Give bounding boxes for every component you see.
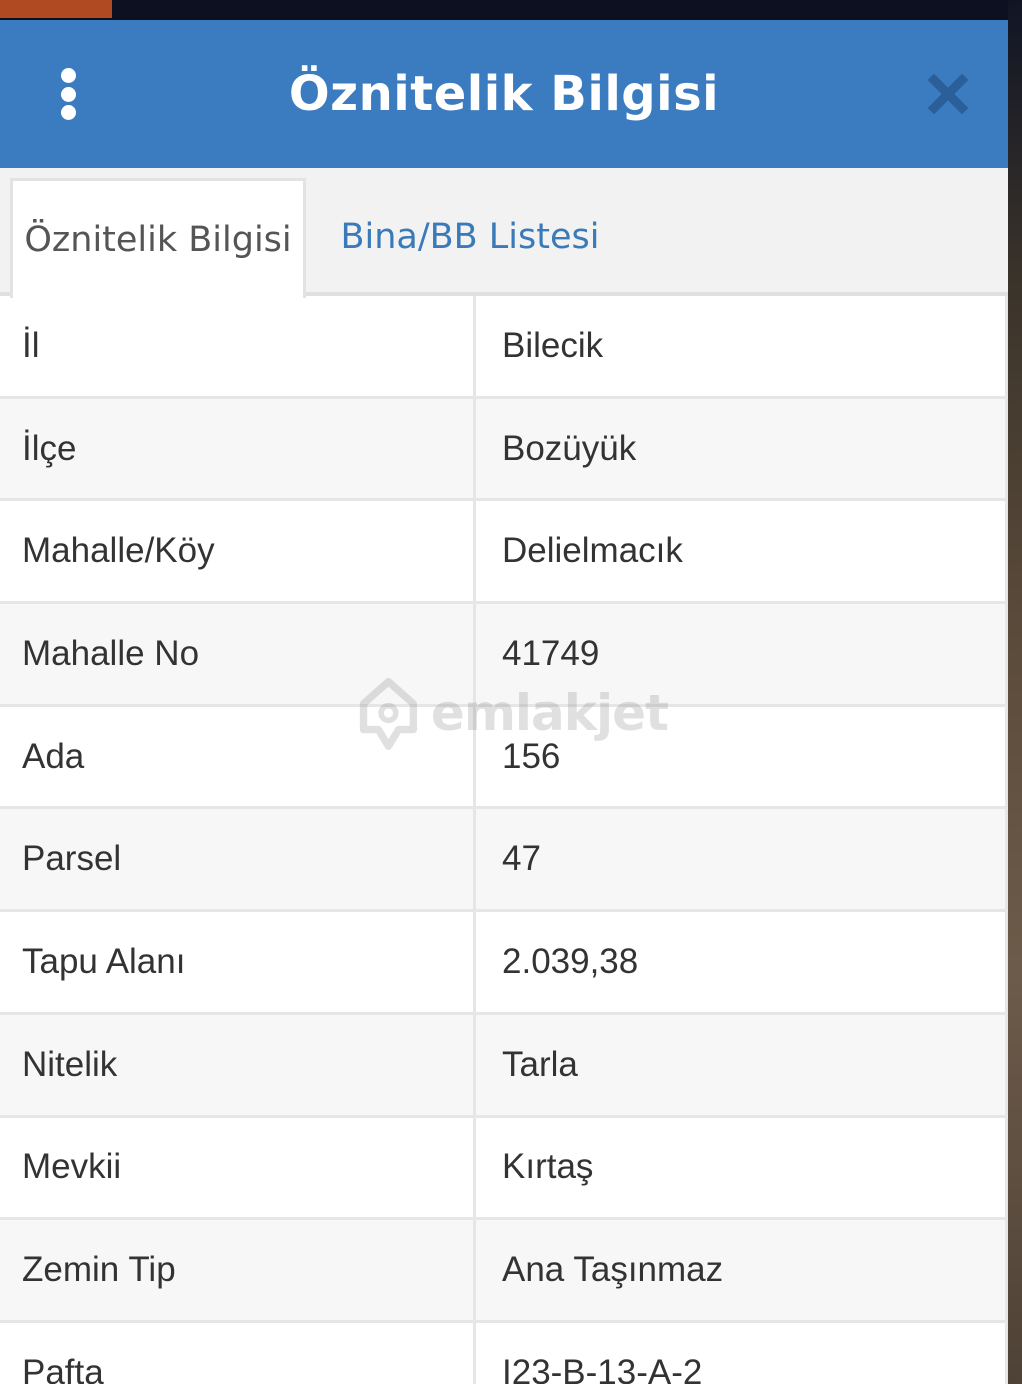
attribute-table: İl Bilecik İlçe Bozüyük Mahalle/Köy Deli… [0,296,1008,1384]
attribute-value: I23-B-13-A-2 [476,1322,1008,1384]
attribute-value: Kırtaş [476,1117,1008,1218]
table-row: Mevkii Kırtaş [0,1117,1008,1221]
table-row: Nitelik Tarla [0,1014,1008,1118]
tab-bar: Öznitelik Bilgisi Bina/BB Listesi [0,168,1008,298]
dialog-header: Öznitelik Bilgisi [0,20,1008,168]
attribute-value: 2.039,38 [476,912,1008,1012]
attribute-label: Zemin Tip [0,1220,476,1320]
attribute-label: Nitelik [0,1014,476,1115]
attribute-value: Bilecik [476,296,1008,396]
attribute-label: Pafta [0,1322,476,1384]
menu-dot [60,105,76,120]
table-row: Pafta I23-B-13-A-2 [0,1322,1008,1384]
attribute-label: İlçe [0,398,476,499]
table-row: İlçe Bozüyük [0,398,1008,502]
table-row: Parsel 47 [0,809,1008,913]
attribute-value: 156 [476,706,1008,807]
table-row: Tapu Alanı 2.039,38 [0,912,1008,1015]
table-row: İl Bilecik [0,296,1008,399]
attribute-label: Ada [0,706,476,807]
attribute-value: Tarla [476,1014,1008,1115]
table-row: Ada 156 [0,706,1008,810]
attribute-value: 41749 [476,604,1008,704]
attribute-label: Mahalle No [0,604,476,704]
close-icon[interactable] [926,72,970,116]
dialog-title: Öznitelik Bilgisi [288,66,720,122]
attribute-label: Parsel [0,809,476,910]
attribute-value: Ana Taşınmaz [476,1220,1008,1320]
background-top [0,0,1022,20]
table-row: Mahalle/Köy Delielmacık [0,501,1008,605]
menu-dot [60,68,76,83]
table-row: Mahalle No 41749 [0,604,1008,707]
attribute-label: Tapu Alanı [0,912,476,1012]
attribute-value: Delielmacık [476,501,1008,602]
background-map-edge [1008,0,1022,1384]
kebab-menu-icon[interactable] [56,68,80,120]
table-row: Zemin Tip Ana Taşınmaz [0,1220,1008,1323]
attribute-label: Mevkii [0,1117,476,1218]
attribute-label: İl [0,296,476,396]
attribute-label: Mahalle/Köy [0,501,476,602]
tab-attribute-info[interactable]: Öznitelik Bilgisi [10,178,306,298]
menu-dot [60,86,76,102]
attribute-info-dialog: Öznitelik Bilgisi Öznitelik Bilgisi Bina… [0,20,1008,1384]
attribute-value: Bozüyük [476,398,1008,499]
background-map-tile [0,0,112,18]
attribute-value: 47 [476,809,1008,910]
tab-building-list[interactable]: Bina/BB Listesi [330,178,610,296]
